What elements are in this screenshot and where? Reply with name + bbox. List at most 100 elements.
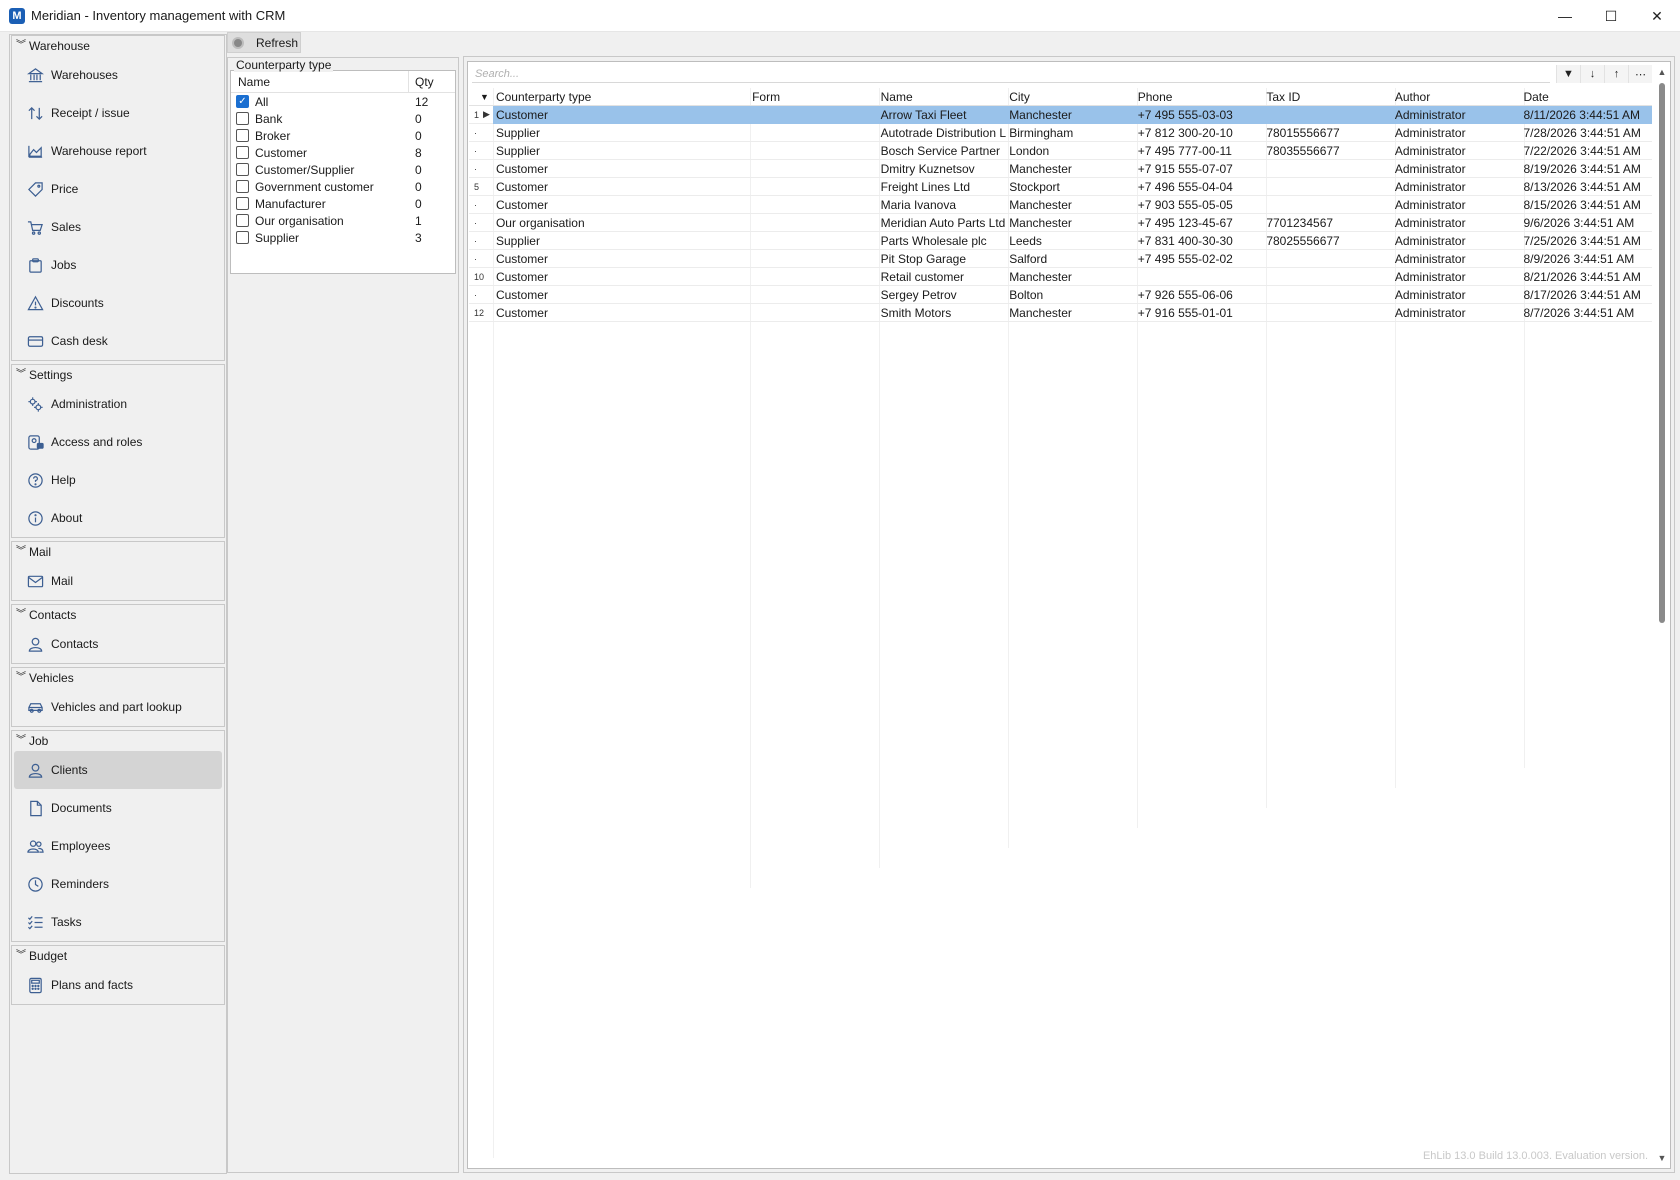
row-indicator[interactable]: · — [469, 232, 493, 250]
cell-author[interactable]: Administrator — [1392, 196, 1521, 214]
cell-name[interactable]: Arrow Taxi Fleet — [877, 105, 1007, 124]
cell-name[interactable]: Autotrade Distribution L — [878, 124, 1007, 142]
cell-counterparty-type[interactable]: Supplier — [493, 124, 749, 142]
sidebar-item-vehicles-and-part-lookup[interactable]: Vehicles and part lookup — [14, 688, 222, 726]
sidebar-item-clients[interactable]: Clients — [14, 751, 222, 789]
cell-date[interactable]: 9/6/2026 3:44:51 AM — [1520, 214, 1652, 232]
table-row[interactable]: · Customer Pit Stop Garage Salford +7 495 55… — [469, 250, 1652, 268]
table-row[interactable]: · Supplier Bosch Service Partner London +7 4… — [469, 142, 1652, 160]
vertical-scrollbar[interactable]: ▲ ▼ — [1655, 65, 1669, 1165]
table-row[interactable]: 10 Customer Retail customer Manchester Admin… — [469, 268, 1652, 286]
cell-tax-id[interactable] — [1263, 196, 1392, 214]
cell-date[interactable]: 8/21/2026 3:44:51 AM — [1520, 268, 1652, 286]
cell-counterparty-type[interactable]: Customer — [493, 196, 749, 214]
cell-date[interactable]: 7/22/2026 3:44:51 AM — [1520, 142, 1652, 160]
filter-checkbox[interactable] — [236, 112, 249, 125]
sidebar-item-receipt-issue[interactable]: Receipt / issue — [14, 94, 222, 132]
row-indicator[interactable]: 1 ▶ — [469, 106, 493, 124]
cell-phone[interactable]: +7 926 555-06-06 — [1135, 286, 1264, 304]
sidebar-item-reminders[interactable]: Reminders — [14, 865, 222, 903]
cell-city[interactable]: Manchester — [1006, 105, 1135, 124]
sidebar-item-mail[interactable]: Mail — [14, 562, 222, 600]
cell-tax-id[interactable]: 7701234567 — [1263, 214, 1392, 232]
sidebar-item-access-and-roles[interactable]: Access and roles — [14, 423, 222, 461]
cell-phone[interactable]: +7 496 555-04-04 — [1135, 178, 1264, 196]
row-indicator[interactable]: 12 — [469, 304, 493, 322]
filter-row[interactable]: Manufacturer 0 — [231, 195, 455, 212]
cell-form[interactable] — [749, 196, 878, 214]
nav-group-header[interactable]: ︾ Contacts — [12, 605, 224, 625]
cell-name[interactable]: Maria Ivanova — [878, 196, 1007, 214]
column-phone[interactable]: Phone — [1135, 90, 1264, 104]
scroll-up-icon[interactable]: ▲ — [1655, 65, 1669, 79]
table-row[interactable]: · Customer Sergey Petrov Bolton +7 926 555-0… — [469, 286, 1652, 304]
nav-group-header[interactable]: ︾ Budget — [12, 946, 224, 966]
filter-column-qty[interactable]: Qty — [409, 75, 434, 89]
filter-row[interactable]: ✓ All 12 — [231, 93, 455, 110]
cell-phone[interactable]: +7 495 123-45-67 — [1135, 214, 1264, 232]
collapse-chevron-icon[interactable]: ︾ — [16, 610, 26, 620]
cell-city[interactable]: Manchester — [1006, 214, 1135, 232]
table-row[interactable]: 5 Customer Freight Lines Ltd Stockport +7 49… — [469, 178, 1652, 196]
sidebar-item-help[interactable]: Help — [14, 461, 222, 499]
sidebar-item-administration[interactable]: Administration — [14, 385, 222, 423]
cell-city[interactable]: Birmingham — [1006, 124, 1135, 142]
cell-tax-id[interactable]: 78025556677 — [1263, 232, 1392, 250]
table-row[interactable]: · Our organisation Meridian Auto Parts Ltd… — [469, 214, 1652, 232]
cell-name[interactable]: Sergey Petrov — [878, 286, 1007, 304]
row-indicator[interactable]: · — [469, 286, 493, 304]
cell-date[interactable]: 8/19/2026 3:44:51 AM — [1520, 160, 1652, 178]
filter-row[interactable]: Customer/Supplier 0 — [231, 161, 455, 178]
arrow-up-icon[interactable]: ↑ — [1604, 65, 1628, 83]
cell-form[interactable] — [749, 142, 878, 160]
cell-date[interactable]: 7/25/2026 3:44:51 AM — [1520, 232, 1652, 250]
cell-form[interactable] — [749, 286, 878, 304]
column-date[interactable]: Date — [1520, 90, 1652, 104]
column-city[interactable]: City — [1006, 90, 1135, 104]
filter-row[interactable]: Supplier 3 — [231, 229, 455, 246]
cell-date[interactable]: 7/28/2026 3:44:51 AM — [1520, 124, 1652, 142]
cell-date[interactable]: 8/9/2026 3:44:51 AM — [1520, 250, 1652, 268]
filter-column-name[interactable]: Name — [231, 70, 409, 93]
sidebar-item-price[interactable]: Price — [14, 170, 222, 208]
sidebar-item-discounts[interactable]: Discounts — [14, 284, 222, 322]
cell-counterparty-type[interactable]: Customer — [493, 160, 749, 178]
cell-form[interactable] — [749, 124, 878, 142]
filter-checkbox[interactable] — [236, 197, 249, 210]
cell-name[interactable]: Bosch Service Partner — [878, 142, 1007, 160]
cell-date[interactable]: 8/13/2026 3:44:51 AM — [1520, 178, 1652, 196]
filter-row[interactable]: Our organisation 1 — [231, 212, 455, 229]
cell-counterparty-type[interactable]: Customer — [493, 250, 749, 268]
cell-form[interactable] — [749, 160, 878, 178]
cell-counterparty-type[interactable]: Our organisation — [493, 214, 749, 232]
table-row[interactable]: · Customer Dmitry Kuznetsov Manchester +7 91… — [469, 160, 1652, 178]
cell-form[interactable] — [749, 232, 878, 250]
cell-name[interactable]: Smith Motors — [878, 304, 1007, 322]
column-name[interactable]: Name — [878, 90, 1007, 104]
collapse-chevron-icon[interactable]: ︾ — [16, 951, 26, 961]
cell-tax-id[interactable] — [1263, 160, 1392, 178]
nav-group-header[interactable]: ︾ Warehouse — [12, 36, 224, 56]
cell-tax-id[interactable] — [1263, 178, 1392, 196]
cell-name[interactable]: Parts Wholesale plc — [878, 232, 1007, 250]
cell-form[interactable] — [749, 214, 878, 232]
scroll-down-icon[interactable]: ▼ — [1655, 1151, 1669, 1165]
table-row[interactable]: · Customer Maria Ivanova Manchester +7 903 5… — [469, 196, 1652, 214]
cell-city[interactable]: Leeds — [1006, 232, 1135, 250]
cell-phone[interactable]: +7 903 555-05-05 — [1135, 196, 1264, 214]
row-indicator[interactable]: · — [469, 142, 493, 160]
cell-phone[interactable] — [1135, 268, 1264, 286]
filter-checkbox[interactable]: ✓ — [236, 95, 249, 108]
cell-phone[interactable]: +7 812 300-20-10 — [1135, 124, 1264, 142]
cell-counterparty-type[interactable]: Supplier — [493, 232, 749, 250]
row-indicator[interactable]: 5 — [469, 178, 493, 196]
cell-counterparty-type[interactable]: Customer — [493, 304, 749, 322]
cell-form[interactable] — [749, 250, 878, 268]
cell-name[interactable]: Pit Stop Garage — [878, 250, 1007, 268]
row-indicator[interactable]: · — [469, 124, 493, 142]
cell-date[interactable]: 8/7/2026 3:44:51 AM — [1520, 304, 1652, 322]
cell-author[interactable]: Administrator — [1392, 232, 1521, 250]
nav-group-header[interactable]: ︾ Vehicles — [12, 668, 224, 688]
collapse-chevron-icon[interactable]: ︾ — [16, 673, 26, 683]
row-indicator[interactable]: · — [469, 250, 493, 268]
